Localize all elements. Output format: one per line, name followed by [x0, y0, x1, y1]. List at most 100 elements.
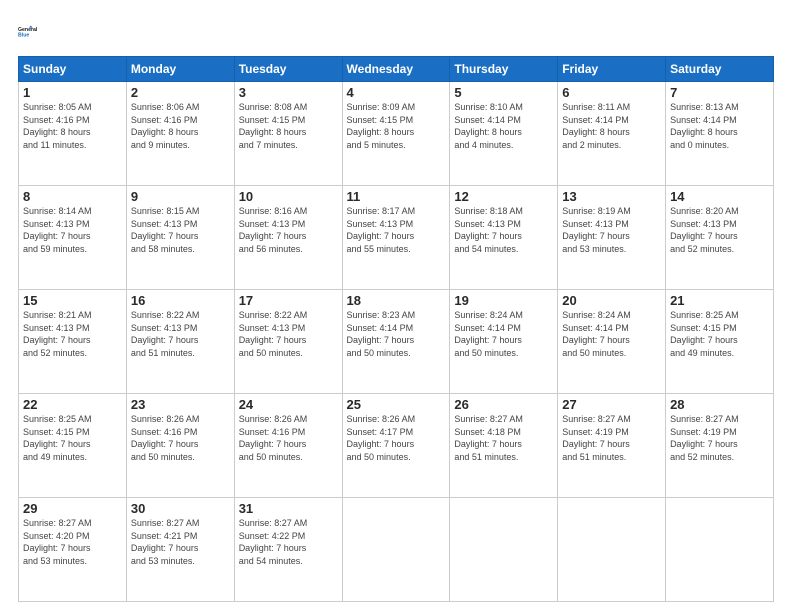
- day-info: Sunrise: 8:26 AM Sunset: 4:16 PM Dayligh…: [239, 413, 338, 463]
- calendar-header-row: SundayMondayTuesdayWednesdayThursdayFrid…: [19, 57, 774, 82]
- calendar-cell: 19Sunrise: 8:24 AM Sunset: 4:14 PM Dayli…: [450, 290, 558, 394]
- calendar-header-monday: Monday: [126, 57, 234, 82]
- day-number: 13: [562, 189, 661, 204]
- calendar-week-1: 1Sunrise: 8:05 AM Sunset: 4:16 PM Daylig…: [19, 82, 774, 186]
- calendar-cell: 6Sunrise: 8:11 AM Sunset: 4:14 PM Daylig…: [558, 82, 666, 186]
- calendar-week-2: 8Sunrise: 8:14 AM Sunset: 4:13 PM Daylig…: [19, 186, 774, 290]
- day-number: 15: [23, 293, 122, 308]
- day-number: 7: [670, 85, 769, 100]
- calendar-cell: 15Sunrise: 8:21 AM Sunset: 4:13 PM Dayli…: [19, 290, 127, 394]
- calendar-cell: [450, 498, 558, 602]
- day-number: 26: [454, 397, 553, 412]
- calendar-header-sunday: Sunday: [19, 57, 127, 82]
- calendar-cell: 21Sunrise: 8:25 AM Sunset: 4:15 PM Dayli…: [666, 290, 774, 394]
- calendar-week-3: 15Sunrise: 8:21 AM Sunset: 4:13 PM Dayli…: [19, 290, 774, 394]
- calendar-header-wednesday: Wednesday: [342, 57, 450, 82]
- calendar-cell: 20Sunrise: 8:24 AM Sunset: 4:14 PM Dayli…: [558, 290, 666, 394]
- calendar-week-4: 22Sunrise: 8:25 AM Sunset: 4:15 PM Dayli…: [19, 394, 774, 498]
- calendar-cell: [558, 498, 666, 602]
- day-info: Sunrise: 8:05 AM Sunset: 4:16 PM Dayligh…: [23, 101, 122, 151]
- calendar-cell: 27Sunrise: 8:27 AM Sunset: 4:19 PM Dayli…: [558, 394, 666, 498]
- calendar-header-saturday: Saturday: [666, 57, 774, 82]
- calendar-cell: 31Sunrise: 8:27 AM Sunset: 4:22 PM Dayli…: [234, 498, 342, 602]
- calendar-cell: 25Sunrise: 8:26 AM Sunset: 4:17 PM Dayli…: [342, 394, 450, 498]
- day-number: 5: [454, 85, 553, 100]
- day-info: Sunrise: 8:27 AM Sunset: 4:19 PM Dayligh…: [562, 413, 661, 463]
- day-info: Sunrise: 8:06 AM Sunset: 4:16 PM Dayligh…: [131, 101, 230, 151]
- day-info: Sunrise: 8:20 AM Sunset: 4:13 PM Dayligh…: [670, 205, 769, 255]
- calendar-cell: 11Sunrise: 8:17 AM Sunset: 4:13 PM Dayli…: [342, 186, 450, 290]
- day-info: Sunrise: 8:08 AM Sunset: 4:15 PM Dayligh…: [239, 101, 338, 151]
- day-number: 12: [454, 189, 553, 204]
- svg-text:Blue: Blue: [18, 32, 29, 38]
- day-info: Sunrise: 8:27 AM Sunset: 4:19 PM Dayligh…: [670, 413, 769, 463]
- day-info: Sunrise: 8:21 AM Sunset: 4:13 PM Dayligh…: [23, 309, 122, 359]
- day-number: 27: [562, 397, 661, 412]
- day-number: 21: [670, 293, 769, 308]
- day-number: 2: [131, 85, 230, 100]
- calendar-cell: 30Sunrise: 8:27 AM Sunset: 4:21 PM Dayli…: [126, 498, 234, 602]
- day-number: 10: [239, 189, 338, 204]
- calendar-cell: 23Sunrise: 8:26 AM Sunset: 4:16 PM Dayli…: [126, 394, 234, 498]
- day-number: 31: [239, 501, 338, 516]
- day-info: Sunrise: 8:10 AM Sunset: 4:14 PM Dayligh…: [454, 101, 553, 151]
- calendar-cell: 4Sunrise: 8:09 AM Sunset: 4:15 PM Daylig…: [342, 82, 450, 186]
- calendar-page: General Blue SundayMondayTuesdayWednesda…: [0, 0, 792, 612]
- day-number: 11: [347, 189, 446, 204]
- calendar-cell: 14Sunrise: 8:20 AM Sunset: 4:13 PM Dayli…: [666, 186, 774, 290]
- day-info: Sunrise: 8:27 AM Sunset: 4:20 PM Dayligh…: [23, 517, 122, 567]
- day-number: 19: [454, 293, 553, 308]
- calendar-cell: 2Sunrise: 8:06 AM Sunset: 4:16 PM Daylig…: [126, 82, 234, 186]
- day-number: 18: [347, 293, 446, 308]
- calendar-cell: 17Sunrise: 8:22 AM Sunset: 4:13 PM Dayli…: [234, 290, 342, 394]
- calendar-cell: 24Sunrise: 8:26 AM Sunset: 4:16 PM Dayli…: [234, 394, 342, 498]
- calendar-cell: 8Sunrise: 8:14 AM Sunset: 4:13 PM Daylig…: [19, 186, 127, 290]
- calendar-cell: 1Sunrise: 8:05 AM Sunset: 4:16 PM Daylig…: [19, 82, 127, 186]
- day-info: Sunrise: 8:13 AM Sunset: 4:14 PM Dayligh…: [670, 101, 769, 151]
- day-number: 8: [23, 189, 122, 204]
- calendar-cell: 9Sunrise: 8:15 AM Sunset: 4:13 PM Daylig…: [126, 186, 234, 290]
- calendar-header-thursday: Thursday: [450, 57, 558, 82]
- calendar-cell: [666, 498, 774, 602]
- day-info: Sunrise: 8:27 AM Sunset: 4:18 PM Dayligh…: [454, 413, 553, 463]
- day-info: Sunrise: 8:26 AM Sunset: 4:16 PM Dayligh…: [131, 413, 230, 463]
- calendar-header-friday: Friday: [558, 57, 666, 82]
- day-number: 22: [23, 397, 122, 412]
- calendar-cell: 28Sunrise: 8:27 AM Sunset: 4:19 PM Dayli…: [666, 394, 774, 498]
- day-number: 3: [239, 85, 338, 100]
- calendar-cell: 7Sunrise: 8:13 AM Sunset: 4:14 PM Daylig…: [666, 82, 774, 186]
- day-number: 23: [131, 397, 230, 412]
- calendar-cell: 10Sunrise: 8:16 AM Sunset: 4:13 PM Dayli…: [234, 186, 342, 290]
- calendar-cell: [342, 498, 450, 602]
- day-info: Sunrise: 8:15 AM Sunset: 4:13 PM Dayligh…: [131, 205, 230, 255]
- day-info: Sunrise: 8:22 AM Sunset: 4:13 PM Dayligh…: [131, 309, 230, 359]
- day-number: 20: [562, 293, 661, 308]
- day-info: Sunrise: 8:14 AM Sunset: 4:13 PM Dayligh…: [23, 205, 122, 255]
- calendar-cell: 29Sunrise: 8:27 AM Sunset: 4:20 PM Dayli…: [19, 498, 127, 602]
- calendar-cell: 5Sunrise: 8:10 AM Sunset: 4:14 PM Daylig…: [450, 82, 558, 186]
- day-number: 17: [239, 293, 338, 308]
- day-number: 9: [131, 189, 230, 204]
- day-info: Sunrise: 8:26 AM Sunset: 4:17 PM Dayligh…: [347, 413, 446, 463]
- day-number: 6: [562, 85, 661, 100]
- logo-icon: General Blue: [18, 18, 50, 46]
- calendar-cell: 3Sunrise: 8:08 AM Sunset: 4:15 PM Daylig…: [234, 82, 342, 186]
- day-info: Sunrise: 8:25 AM Sunset: 4:15 PM Dayligh…: [23, 413, 122, 463]
- day-number: 29: [23, 501, 122, 516]
- day-info: Sunrise: 8:27 AM Sunset: 4:22 PM Dayligh…: [239, 517, 338, 567]
- calendar-week-5: 29Sunrise: 8:27 AM Sunset: 4:20 PM Dayli…: [19, 498, 774, 602]
- logo: General Blue: [18, 18, 50, 46]
- day-info: Sunrise: 8:25 AM Sunset: 4:15 PM Dayligh…: [670, 309, 769, 359]
- day-info: Sunrise: 8:19 AM Sunset: 4:13 PM Dayligh…: [562, 205, 661, 255]
- day-info: Sunrise: 8:22 AM Sunset: 4:13 PM Dayligh…: [239, 309, 338, 359]
- calendar-table: SundayMondayTuesdayWednesdayThursdayFrid…: [18, 56, 774, 602]
- day-number: 1: [23, 85, 122, 100]
- day-number: 24: [239, 397, 338, 412]
- day-info: Sunrise: 8:16 AM Sunset: 4:13 PM Dayligh…: [239, 205, 338, 255]
- calendar-header-tuesday: Tuesday: [234, 57, 342, 82]
- calendar-cell: 22Sunrise: 8:25 AM Sunset: 4:15 PM Dayli…: [19, 394, 127, 498]
- day-info: Sunrise: 8:09 AM Sunset: 4:15 PM Dayligh…: [347, 101, 446, 151]
- day-info: Sunrise: 8:24 AM Sunset: 4:14 PM Dayligh…: [454, 309, 553, 359]
- day-number: 30: [131, 501, 230, 516]
- day-number: 4: [347, 85, 446, 100]
